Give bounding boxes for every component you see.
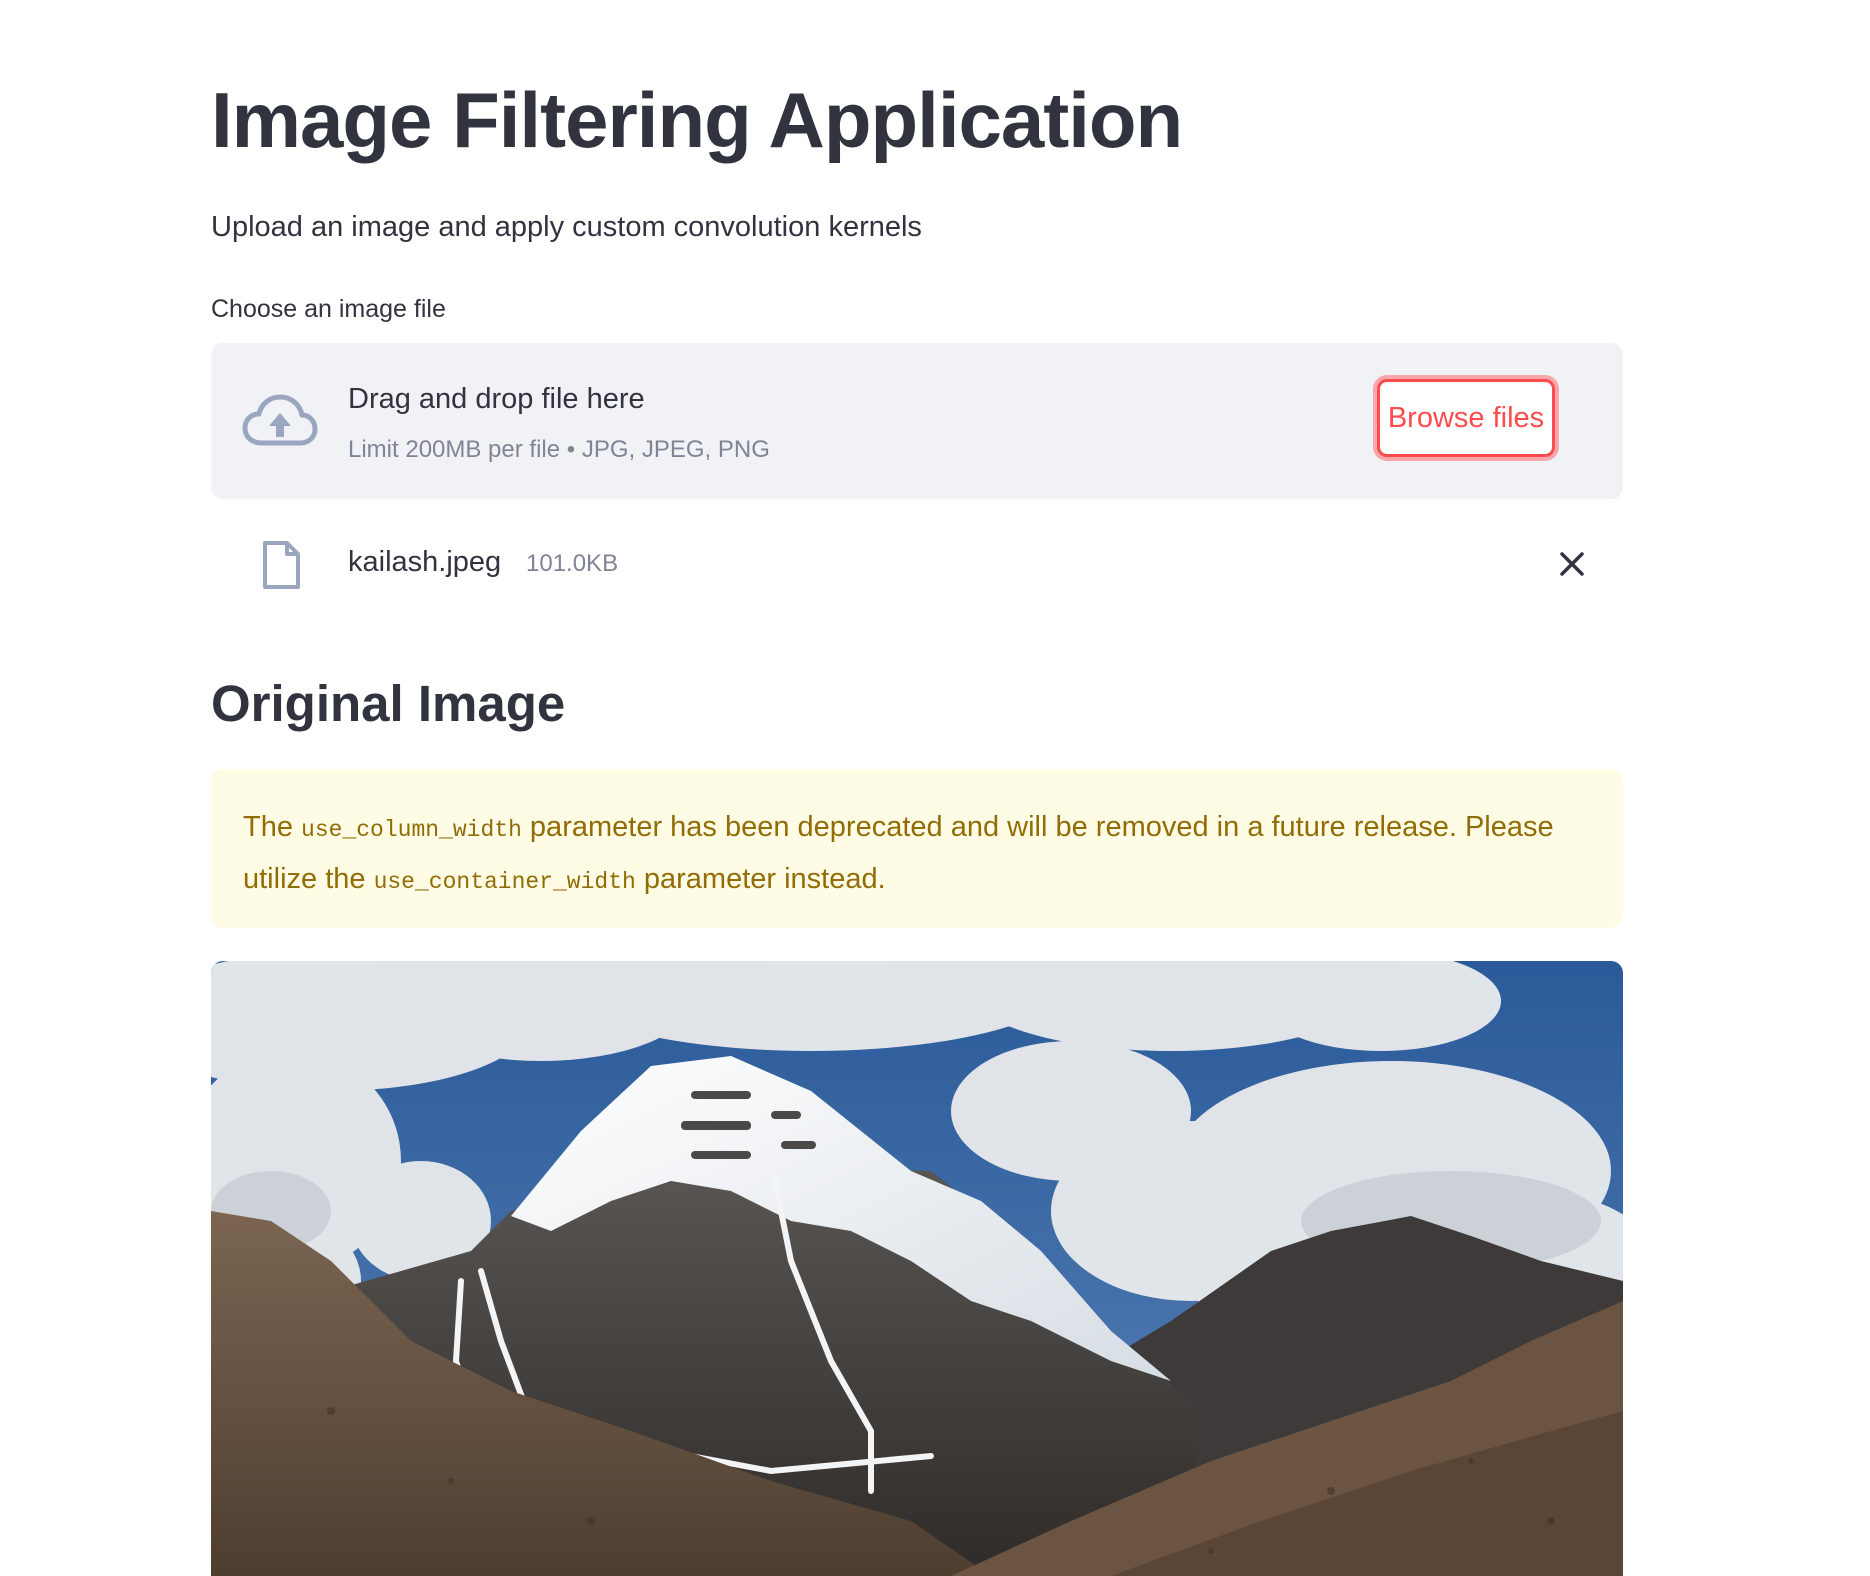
close-icon[interactable]	[1552, 544, 1592, 584]
page-title: Image Filtering Application	[211, 76, 1183, 164]
deprecation-warning: The use_column_width parameter has been …	[211, 769, 1623, 928]
original-image	[211, 961, 1623, 1576]
uploaded-file-name: kailash.jpeg	[348, 546, 502, 578]
uploaded-file-row: kailash.jpeg 101.0KB	[211, 532, 1623, 596]
uploaded-file-size: 101.0KB	[526, 550, 619, 577]
app-page: Image Filtering Application Upload an im…	[0, 0, 1870, 1576]
warning-text-part: The	[243, 811, 302, 843]
file-icon	[263, 541, 300, 589]
cloud-upload-icon	[242, 394, 318, 446]
file-dropzone[interactable]: Drag and drop file here Limit 200MB per …	[211, 343, 1623, 499]
warning-text-part: parameter instead.	[635, 863, 886, 895]
mountain-photo	[211, 961, 1623, 1576]
dropzone-instructions: Drag and drop file here	[348, 383, 645, 415]
warning-code-use-container-width: use_container_width	[373, 869, 636, 895]
original-image-heading: Original Image	[211, 675, 566, 732]
warning-code-use-column-width: use_column_width	[301, 817, 522, 843]
page-subtitle: Upload an image and apply custom convolu…	[211, 211, 922, 243]
dropzone-limit-text: Limit 200MB per file • JPG, JPEG, PNG	[348, 436, 770, 463]
file-uploader-label: Choose an image file	[211, 295, 446, 323]
browse-files-button[interactable]: Browse files	[1377, 379, 1555, 457]
